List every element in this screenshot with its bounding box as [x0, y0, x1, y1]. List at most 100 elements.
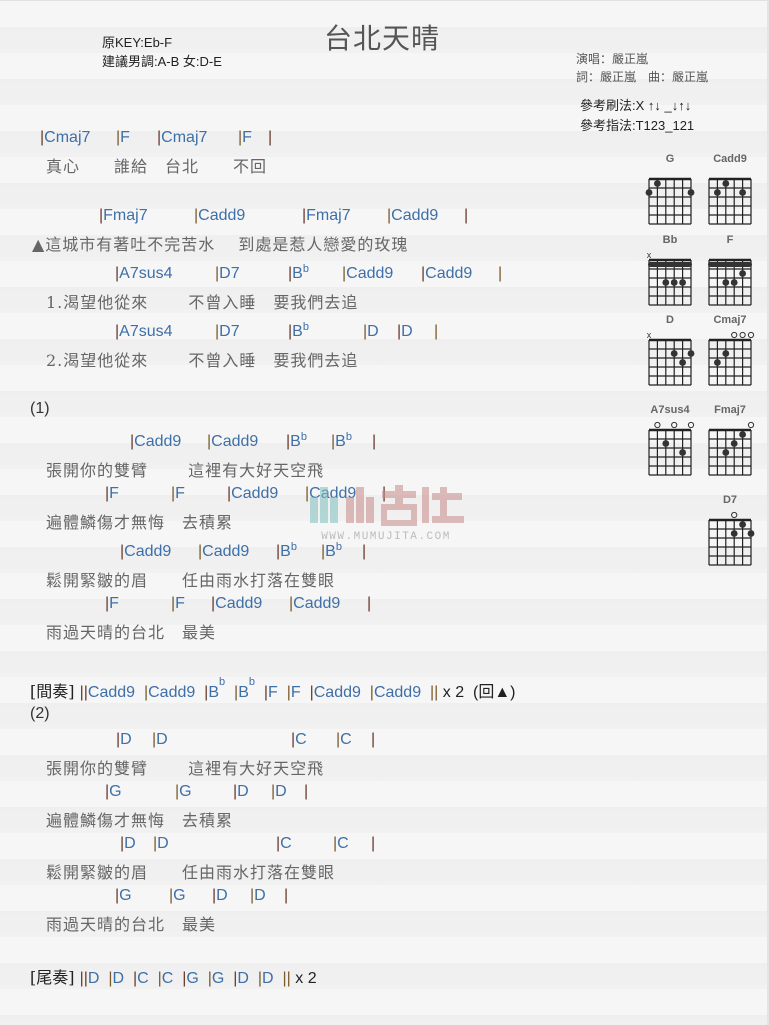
- chord-name[interactable]: F: [120, 129, 130, 146]
- chord-line: |Cmaj7 |F |Cmaj7 |F |: [0, 129, 600, 151]
- chord-root: B: [335, 433, 346, 450]
- chord-name[interactable]: F: [109, 595, 119, 612]
- watermark-stroke: [310, 497, 318, 523]
- repeat-count: x 2: [290, 970, 317, 987]
- barre-bar: [708, 262, 752, 267]
- chord-name[interactable]: Bb: [280, 541, 297, 560]
- chord-name[interactable]: Cadd9: [124, 543, 171, 560]
- chord-name[interactable]: D7: [219, 265, 239, 282]
- chord-name[interactable]: Cadd9: [202, 543, 249, 560]
- chord-name[interactable]: Fmaj7: [306, 207, 350, 224]
- chord-name[interactable]: Cadd9: [391, 207, 438, 224]
- chord-name[interactable]: D: [237, 783, 249, 800]
- chord-name[interactable]: G: [173, 887, 185, 904]
- chord-line: |D |D |C |C |: [0, 835, 600, 857]
- chord-name[interactable]: D7: [219, 323, 239, 340]
- chord-diagram-bb[interactable]: Bb x: [644, 234, 696, 314]
- chord-name[interactable]: Cadd9: [148, 684, 195, 701]
- bar-line: |: [128, 970, 138, 987]
- chord-name[interactable]: Cmaj7: [44, 129, 90, 146]
- chord-name[interactable]: D: [262, 970, 274, 987]
- chord-name[interactable]: Bb: [335, 431, 352, 450]
- chord-name[interactable]: F: [268, 684, 278, 701]
- chord-name[interactable]: G: [212, 970, 224, 987]
- chord-name[interactable]: D: [88, 970, 100, 987]
- chord-name[interactable]: F: [291, 684, 301, 701]
- chord-name[interactable]: F: [242, 129, 252, 146]
- chord-name[interactable]: Cadd9: [198, 207, 245, 224]
- chord-diagram-cadd9[interactable]: Cadd9: [704, 153, 756, 233]
- chord-name[interactable]: Bb: [238, 676, 255, 701]
- chord-name[interactable]: Bb: [292, 263, 309, 282]
- finger-dot: [662, 440, 670, 447]
- chord-name[interactable]: Bb: [292, 321, 309, 340]
- chord-name[interactable]: Cadd9: [314, 684, 361, 701]
- chord-name[interactable]: F: [175, 485, 185, 502]
- chord-name[interactable]: C: [280, 835, 292, 852]
- chord-diagram-g[interactable]: G: [644, 153, 696, 233]
- chord-name[interactable]: Cadd9: [346, 265, 393, 282]
- section-label: (1): [30, 400, 50, 417]
- chord-name[interactable]: Bb: [208, 676, 225, 701]
- chord-name[interactable]: Cadd9: [374, 684, 421, 701]
- chord-name[interactable]: Fmaj7: [103, 207, 147, 224]
- chord-cell: |Cadd9: [194, 207, 245, 225]
- chord-diagram-label: D7: [722, 494, 738, 506]
- chord-name[interactable]: Cadd9: [215, 595, 262, 612]
- chord-name[interactable]: D: [237, 970, 249, 987]
- chord-cell: |F: [105, 485, 119, 503]
- chord-cell: |Cmaj7: [40, 129, 90, 147]
- chord-name[interactable]: D: [401, 323, 413, 340]
- chord-name[interactable]: F: [109, 485, 119, 502]
- bar-line: |: [103, 970, 113, 987]
- chord-name[interactable]: D: [275, 783, 287, 800]
- chord-cell: |: [498, 265, 502, 283]
- chord-name[interactable]: D: [254, 887, 266, 904]
- chord-name[interactable]: C: [162, 970, 174, 987]
- chord-name[interactable]: C: [340, 731, 352, 748]
- chord-cell: |: [362, 543, 366, 561]
- chord-name[interactable]: D: [120, 731, 132, 748]
- finger-dot: [654, 180, 661, 187]
- section-label: (2): [30, 705, 50, 722]
- chord-name[interactable]: Cadd9: [211, 433, 258, 450]
- chord-name[interactable]: Cadd9: [293, 595, 340, 612]
- chord-name[interactable]: Cadd9: [425, 265, 472, 282]
- chord-name[interactable]: Cmaj7: [161, 129, 207, 146]
- chord-diagram-f[interactable]: F: [704, 234, 756, 314]
- chord-name[interactable]: Cadd9: [88, 684, 135, 701]
- chord-diagram-fmaj7[interactable]: Fmaj7: [704, 404, 756, 484]
- chord-name[interactable]: C: [295, 731, 307, 748]
- chord-diagram-cmaj7[interactable]: Cmaj7: [704, 314, 756, 394]
- bar-line: |: [203, 970, 212, 987]
- chord-cell: |C: [291, 731, 307, 749]
- chord-name[interactable]: C: [137, 970, 149, 987]
- chord-cell: |Cadd9: [342, 265, 393, 283]
- chord-cell: |D: [120, 835, 136, 853]
- chord-name[interactable]: A7sus4: [119, 323, 172, 340]
- chord-name[interactable]: A7sus4: [119, 265, 172, 282]
- chord-name[interactable]: C: [337, 835, 349, 852]
- chord-diagram-a7sus4[interactable]: A7sus4: [644, 404, 696, 484]
- chord-name[interactable]: Cadd9: [231, 485, 278, 502]
- watermark-stroke: [381, 504, 417, 526]
- chord-name[interactable]: F: [175, 595, 185, 612]
- chord-name[interactable]: Bb: [325, 541, 342, 560]
- chord-name[interactable]: G: [109, 783, 121, 800]
- chord-name[interactable]: D: [113, 970, 125, 987]
- chord-name[interactable]: D: [367, 323, 379, 340]
- chord-name[interactable]: D: [156, 731, 168, 748]
- chord-name[interactable]: Cadd9: [134, 433, 181, 450]
- chord-diagram-label: A7sus4: [650, 404, 690, 416]
- chord-name[interactable]: G: [119, 887, 131, 904]
- chord-name[interactable]: D: [124, 835, 136, 852]
- chord-name[interactable]: D: [157, 835, 169, 852]
- chord-diagram-d[interactable]: Dx: [644, 314, 696, 394]
- chord-name[interactable]: D: [216, 887, 228, 904]
- chord-name[interactable]: G: [186, 970, 198, 987]
- bar-line: |: [434, 323, 439, 340]
- chord-diagram-d7[interactable]: D7: [704, 494, 756, 574]
- chord-cell: |C: [276, 835, 292, 853]
- chord-name[interactable]: Bb: [290, 431, 307, 450]
- chord-name[interactable]: G: [179, 783, 191, 800]
